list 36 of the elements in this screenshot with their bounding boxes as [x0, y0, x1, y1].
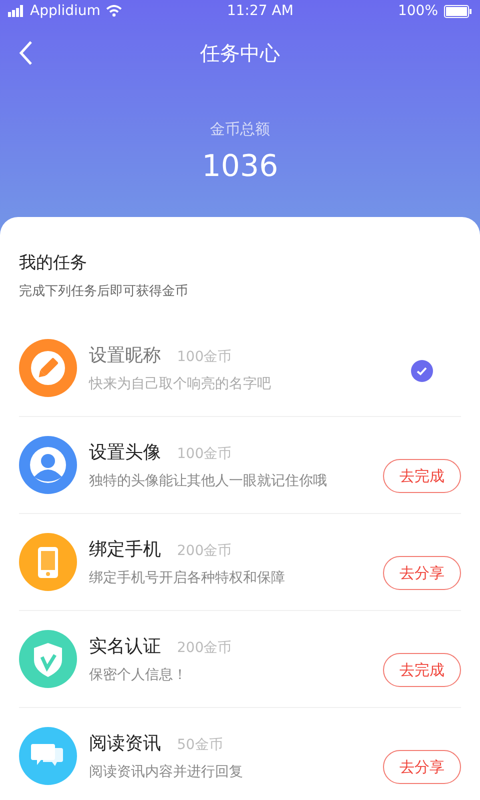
person-icon [19, 436, 77, 494]
task-title: 设置昵称 [89, 344, 161, 367]
task-description: 保密个人信息！ [89, 666, 188, 684]
status-time: 11:27 AM [226, 3, 294, 19]
task-reward: 200金币 [177, 542, 232, 560]
task-title: 阅读资讯 [89, 732, 161, 755]
battery-icon [444, 4, 472, 18]
task-action-button[interactable]: 去分享 [383, 750, 461, 784]
phone-icon [19, 533, 77, 591]
task-reward: 50金币 [177, 736, 223, 754]
task-reward: 100金币 [177, 445, 232, 463]
carrier-name: Applidium [30, 3, 100, 19]
section-title: 我的任务 [19, 252, 88, 274]
task-description: 阅读资讯内容并进行回复 [89, 763, 244, 781]
task-title: 实名认证 [89, 635, 161, 658]
task-description: 快来为自己取个响亮的名字吧 [89, 375, 272, 393]
wifi-icon [106, 5, 122, 17]
task-action-button[interactable]: 去分享 [383, 556, 461, 590]
task-action-button[interactable]: 去完成 [383, 459, 461, 493]
signal-icon [8, 5, 24, 17]
task-title: 绑定手机 [89, 538, 161, 561]
task-reward: 100金币 [177, 348, 232, 366]
battery-percent: 100% [398, 3, 438, 19]
page-title: 任务中心 [200, 40, 280, 66]
task-action-button[interactable]: 去完成 [383, 653, 461, 687]
chat-icon [19, 727, 77, 785]
back-icon[interactable] [18, 40, 34, 66]
balance-value: 1036 [200, 149, 280, 184]
task-description: 独特的头像能让其他人一眼就记住你哦 [89, 472, 328, 490]
section-subtitle: 完成下列任务后即可获得金币 [19, 283, 189, 300]
task-reward: 200金币 [177, 639, 232, 657]
balance-label: 金币总额 [209, 120, 271, 139]
task-description: 绑定手机号开启各种特权和保障 [89, 569, 286, 587]
shield-icon [19, 630, 77, 688]
pencil-icon [19, 339, 77, 397]
task-title: 设置头像 [89, 441, 161, 464]
